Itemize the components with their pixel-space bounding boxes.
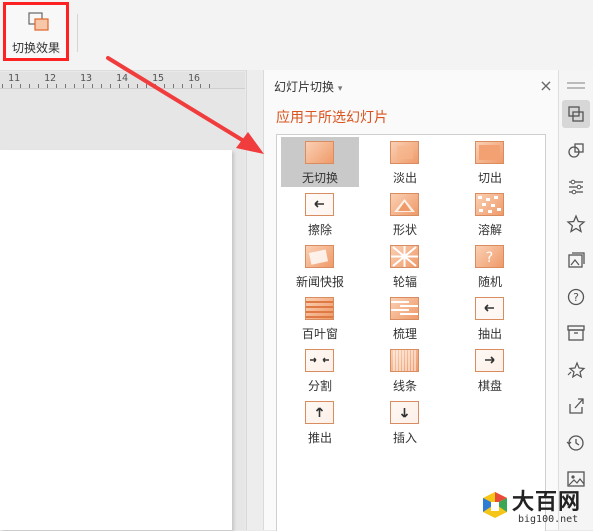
annotation-arrow bbox=[106, 56, 264, 154]
